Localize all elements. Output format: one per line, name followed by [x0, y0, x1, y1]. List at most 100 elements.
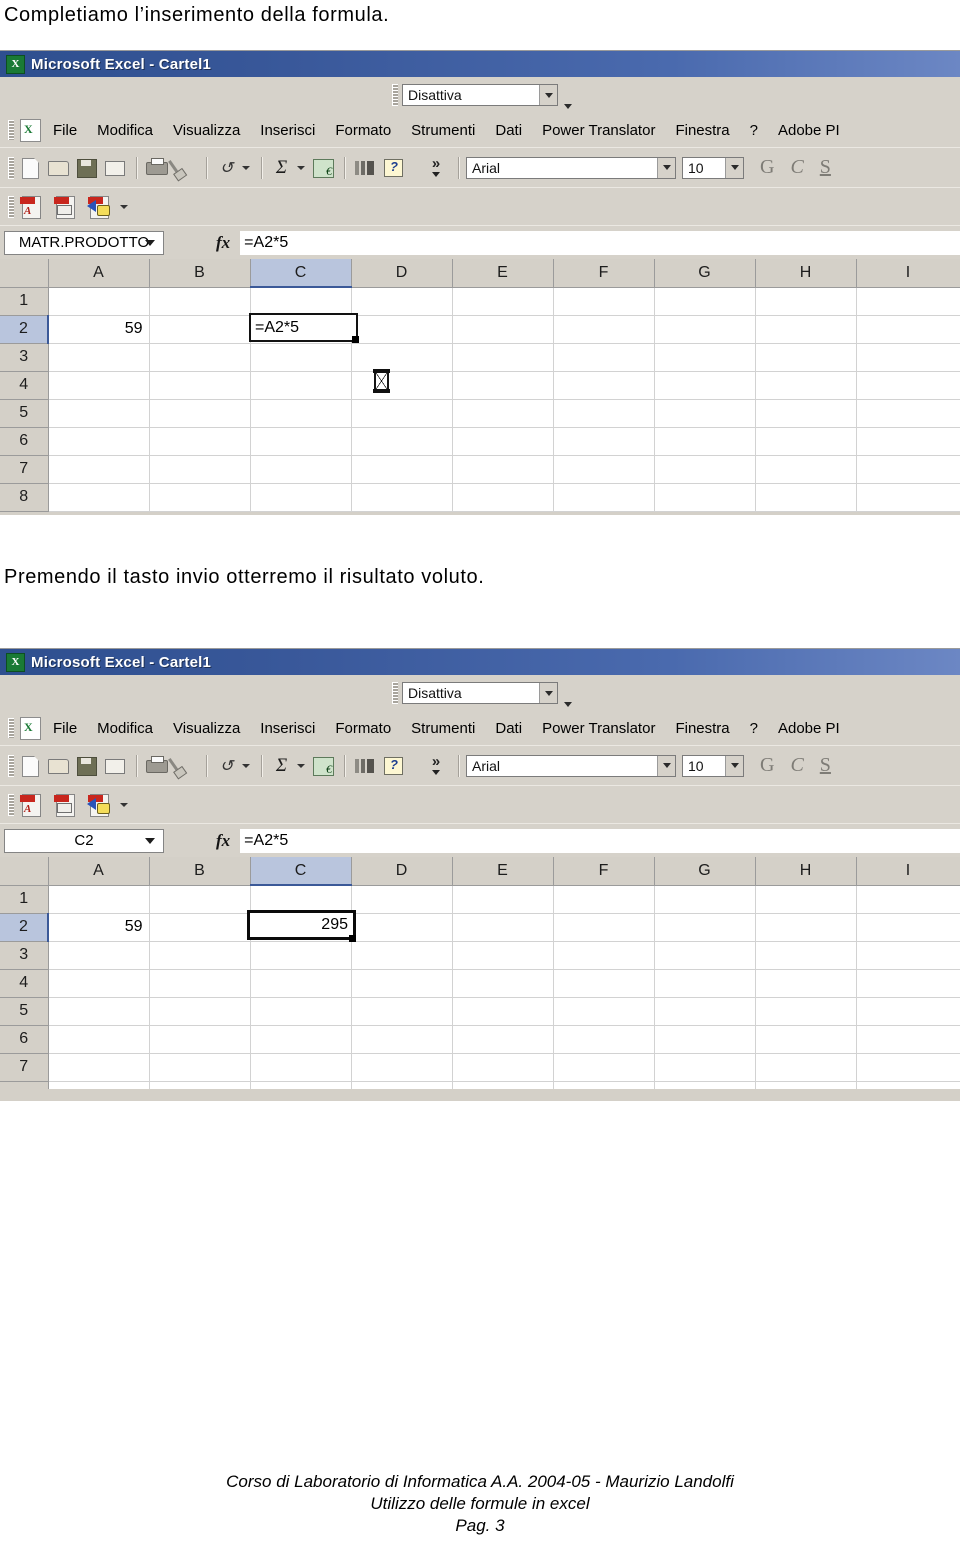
- cell-F2[interactable]: [553, 913, 655, 942]
- menu-item-help[interactable]: ?: [750, 720, 758, 737]
- cell-F7[interactable]: [553, 1053, 655, 1082]
- cell-F1[interactable]: [553, 885, 655, 914]
- cell-F8[interactable]: [553, 483, 655, 512]
- cell-E6[interactable]: [452, 427, 554, 456]
- cell-C7[interactable]: [250, 455, 352, 484]
- cell-H8[interactable]: [755, 1081, 857, 1089]
- cell-editor-c2[interactable]: =A2*5: [249, 313, 358, 342]
- cell-D7[interactable]: [351, 1053, 453, 1082]
- cell-H8[interactable]: [755, 483, 857, 512]
- cell-E7[interactable]: [452, 1053, 554, 1082]
- cell-I8[interactable]: [856, 483, 960, 512]
- column-header-g[interactable]: G: [654, 259, 756, 288]
- column-header-d[interactable]: D: [351, 857, 453, 886]
- cell-A5[interactable]: [48, 997, 150, 1026]
- italic-button[interactable]: C: [790, 156, 803, 179]
- cell-A3[interactable]: [48, 941, 150, 970]
- column-header-i[interactable]: I: [856, 857, 960, 886]
- row-header-8[interactable]: 8: [0, 483, 49, 512]
- euro-format-icon[interactable]: [310, 155, 335, 180]
- cell-C5[interactable]: [250, 997, 352, 1026]
- column-header-b[interactable]: B: [149, 857, 251, 886]
- open-folder-icon[interactable]: [46, 155, 71, 180]
- chevron-down-icon[interactable]: [539, 85, 557, 105]
- cell-I2[interactable]: [856, 315, 960, 344]
- cell-G8[interactable]: [654, 1081, 756, 1089]
- cell-I4[interactable]: [856, 371, 960, 400]
- cell-H6[interactable]: [755, 427, 857, 456]
- cell-B4[interactable]: [149, 969, 251, 998]
- menu-item-strumenti[interactable]: Strumenti: [411, 720, 475, 737]
- menu-item-modifica[interactable]: Modifica: [97, 720, 153, 737]
- euro-format-icon[interactable]: [310, 753, 335, 778]
- cell-B5[interactable]: [149, 399, 251, 428]
- toolbar-grip[interactable]: [392, 84, 398, 106]
- chevron-down-icon[interactable]: [564, 104, 572, 109]
- cell-B7[interactable]: [149, 1053, 251, 1082]
- cell-F6[interactable]: [553, 1025, 655, 1054]
- email-icon[interactable]: [102, 753, 127, 778]
- cell-B6[interactable]: [149, 427, 251, 456]
- cell-I6[interactable]: [856, 1025, 960, 1054]
- chevron-down-icon[interactable]: [145, 239, 155, 246]
- menu-item-strumenti[interactable]: Strumenti: [411, 122, 475, 139]
- cell-D5[interactable]: [351, 399, 453, 428]
- font-name-select[interactable]: Arial: [466, 754, 676, 777]
- cell-G5[interactable]: [654, 399, 756, 428]
- cell-H1[interactable]: [755, 885, 857, 914]
- cell-D7[interactable]: [351, 455, 453, 484]
- convert-to-pdf-icon[interactable]: A: [18, 793, 44, 817]
- cell-B5[interactable]: [149, 997, 251, 1026]
- column-header-c[interactable]: C: [250, 857, 352, 886]
- cell-E5[interactable]: [452, 997, 554, 1026]
- cell-C2-selected[interactable]: 295: [247, 910, 356, 940]
- cell-H5[interactable]: [755, 399, 857, 428]
- cell-B3[interactable]: [149, 343, 251, 372]
- cell-H7[interactable]: [755, 455, 857, 484]
- cell-C7[interactable]: [250, 1053, 352, 1082]
- menu-item-formato[interactable]: Formato: [335, 720, 391, 737]
- menu-item-power-translator[interactable]: Power Translator: [542, 122, 655, 139]
- autosum-icon[interactable]: Σ: [269, 753, 294, 778]
- cell-G7[interactable]: [654, 455, 756, 484]
- cell-C8[interactable]: [250, 1081, 352, 1089]
- toolbar-grip[interactable]: [8, 754, 14, 777]
- cell-I3[interactable]: [856, 343, 960, 372]
- column-header-e[interactable]: E: [452, 259, 554, 288]
- print-icon[interactable]: [144, 155, 169, 180]
- cell-B1[interactable]: [149, 885, 251, 914]
- cell-A4[interactable]: [48, 969, 150, 998]
- cell-F5[interactable]: [553, 399, 655, 428]
- cell-D2[interactable]: [351, 913, 453, 942]
- italic-button[interactable]: C: [790, 754, 803, 777]
- cell-H3[interactable]: [755, 941, 857, 970]
- chevron-down-icon[interactable]: [539, 683, 557, 703]
- column-header-f[interactable]: F: [553, 259, 655, 288]
- chevron-down-icon[interactable]: [725, 157, 743, 178]
- column-header-f[interactable]: F: [553, 857, 655, 886]
- cell-G6[interactable]: [654, 1025, 756, 1054]
- cell-A8[interactable]: [48, 1081, 150, 1089]
- translator-mode-select[interactable]: Disattiva: [402, 682, 558, 704]
- menu-item-dati[interactable]: Dati: [495, 122, 522, 139]
- pdf-dropdown-icon[interactable]: [120, 802, 128, 807]
- cell-D4[interactable]: [351, 969, 453, 998]
- save-icon[interactable]: [74, 753, 99, 778]
- cell-E2[interactable]: [452, 315, 554, 344]
- menu-item-file[interactable]: File: [53, 720, 77, 737]
- fx-icon[interactable]: fx: [216, 831, 230, 851]
- undo-dropdown-icon[interactable]: [242, 165, 250, 170]
- cell-G7[interactable]: [654, 1053, 756, 1082]
- undo-icon[interactable]: ↺: [214, 753, 239, 778]
- row-header-1[interactable]: 1: [0, 885, 49, 914]
- cell-C3[interactable]: [250, 343, 352, 372]
- cell-F1[interactable]: [553, 287, 655, 316]
- cell-F6[interactable]: [553, 427, 655, 456]
- row-header-4[interactable]: 4: [0, 371, 49, 400]
- bold-button[interactable]: G: [760, 754, 774, 777]
- chevron-down-icon[interactable]: [564, 702, 572, 707]
- cell-G2[interactable]: [654, 913, 756, 942]
- row-header-6[interactable]: 6: [0, 427, 49, 456]
- save-icon[interactable]: [74, 155, 99, 180]
- workbook-icon[interactable]: [20, 716, 41, 740]
